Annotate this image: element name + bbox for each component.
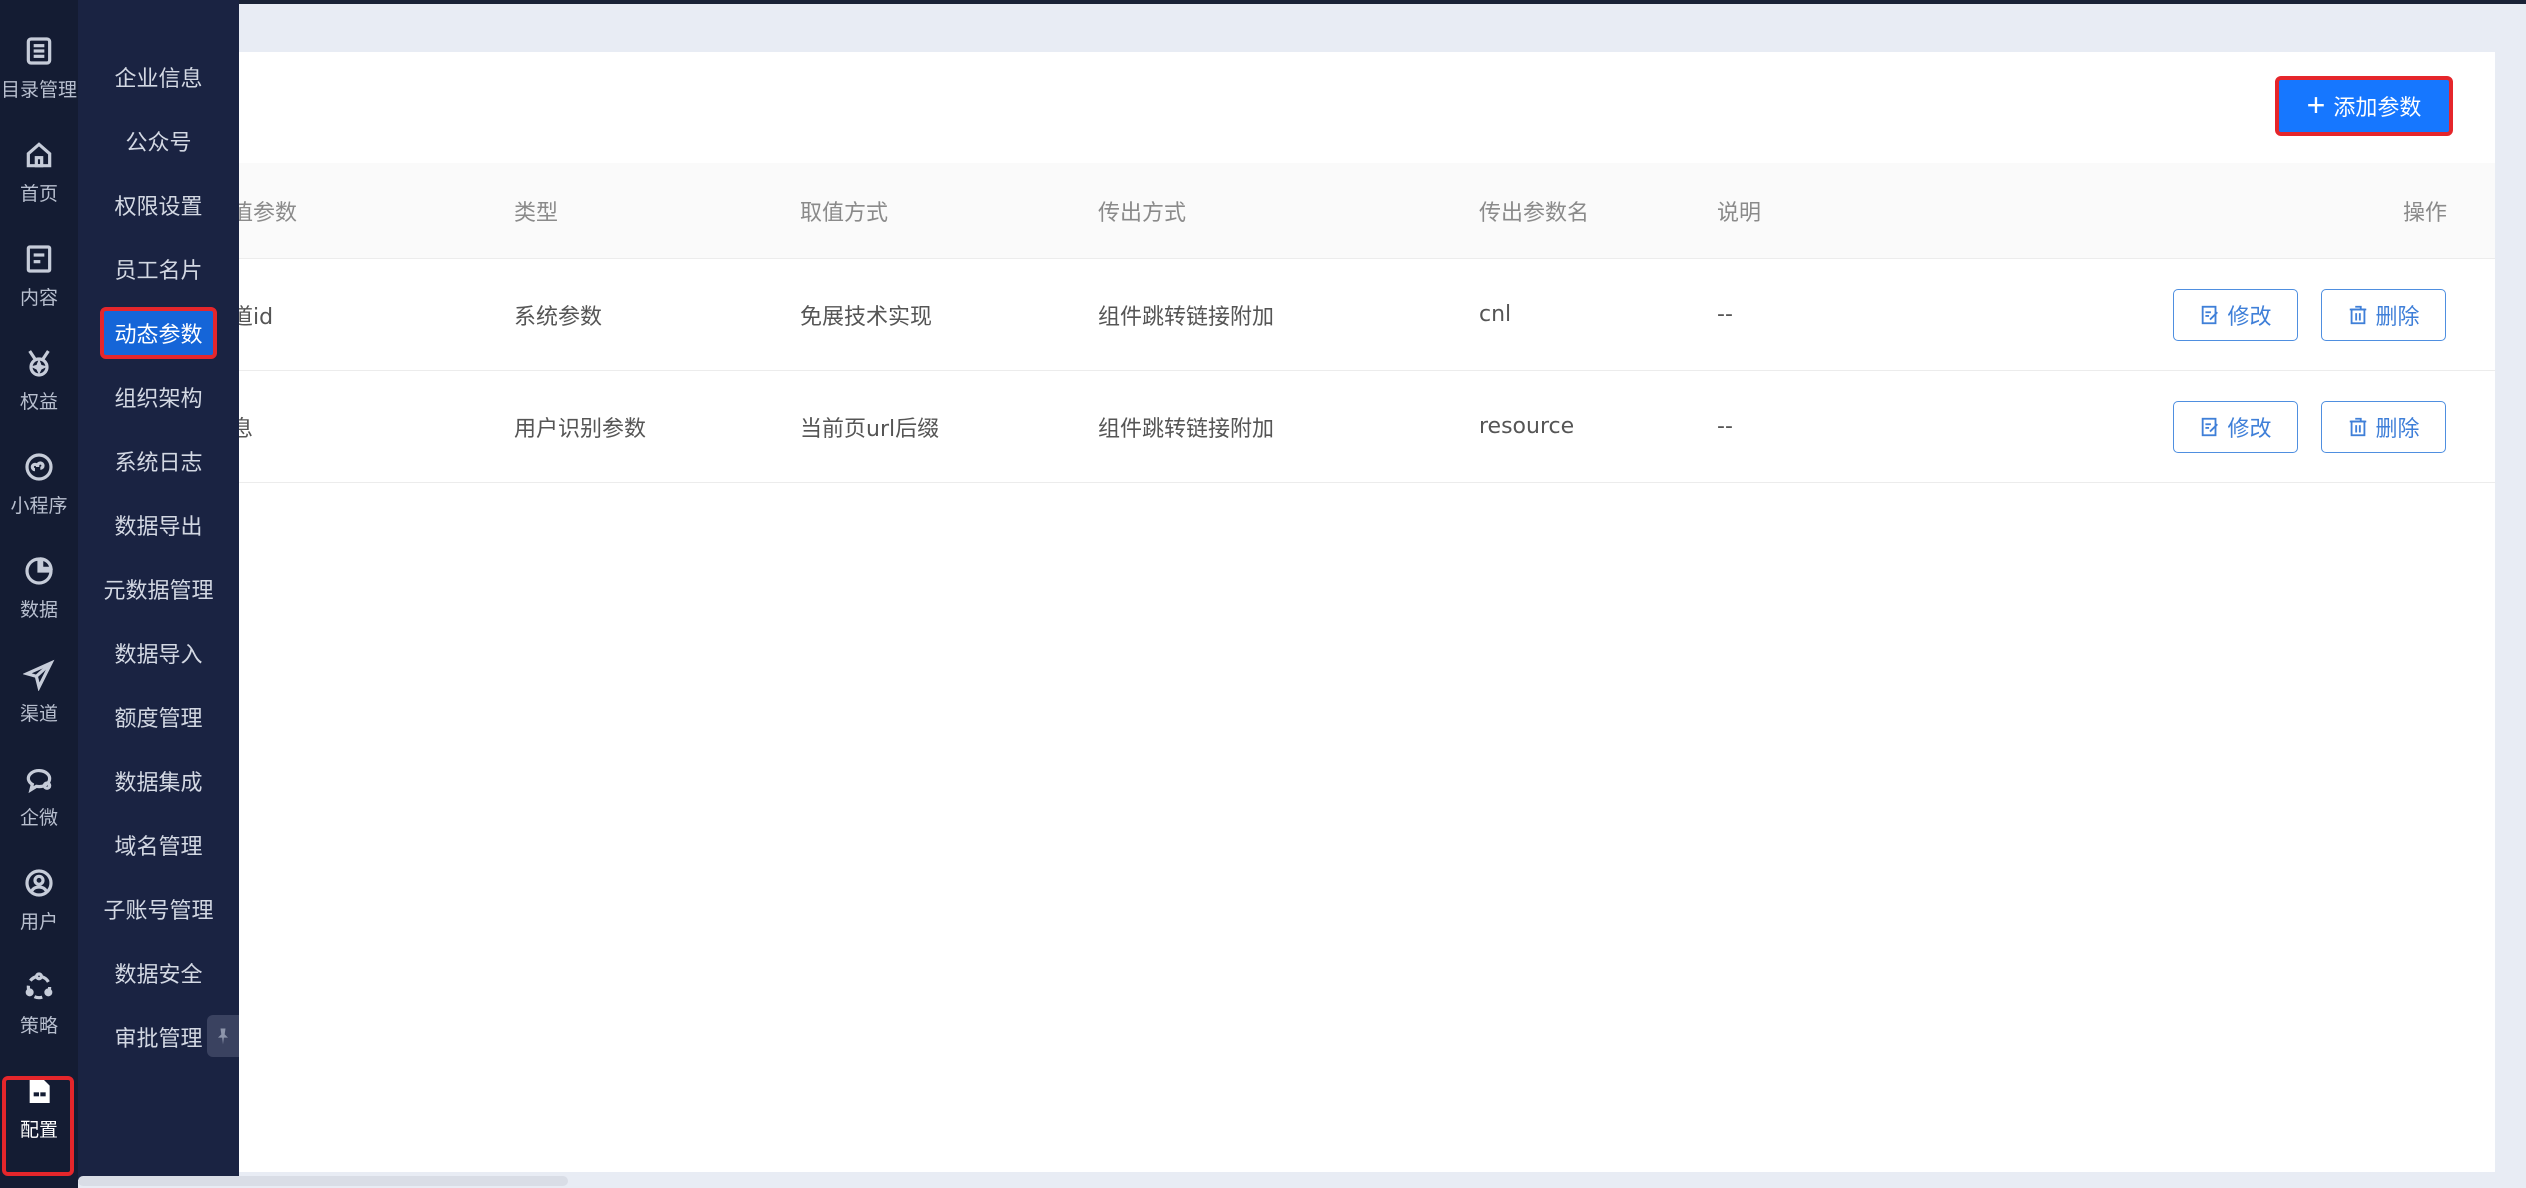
edit-icon — [2202, 305, 2219, 325]
rail-item-home[interactable]: 首页 — [0, 124, 78, 220]
delete-button[interactable]: 删除 — [2321, 401, 2446, 453]
plus-icon: + — [2306, 86, 2326, 123]
col-header-out-name: 传出参数名 — [1479, 200, 1590, 226]
rail-item-wecom[interactable]: 企微 — [0, 748, 78, 844]
submenu-item-company-info[interactable]: 企业信息 — [78, 55, 239, 99]
chat-icon — [26, 768, 52, 793]
col-header-param: 值参数 — [239, 200, 298, 226]
submenu-item-org-structure[interactable]: 组织架构 — [78, 375, 239, 419]
col-header-actions: 操作 — [2402, 200, 2447, 226]
home-icon — [26, 141, 52, 167]
cell-param: 息 — [239, 416, 254, 442]
horizontal-scrollbar[interactable] — [78, 1176, 568, 1186]
edit-button[interactable]: 修改 — [2173, 401, 2298, 453]
delete-label: 删除 — [2375, 304, 2420, 329]
submenu-item-data-import[interactable]: 数据导入 — [78, 631, 239, 675]
delete-button[interactable]: 删除 — [2321, 289, 2446, 341]
pie-chart-icon — [25, 556, 53, 585]
rail-item-benefits[interactable]: 权益 — [0, 332, 78, 428]
rail-item-label: 小程序 — [10, 494, 68, 517]
submenu-item-system-log[interactable]: 系统日志 — [78, 439, 239, 483]
submenu-item-metadata[interactable]: 元数据管理 — [78, 567, 239, 611]
table-row: 息 用户识别参数 当前页url后缀 组件跳转链接附加 resource -- 修… — [239, 371, 2495, 483]
rail-item-mini-program[interactable]: 小程序 — [0, 436, 78, 532]
cell-method: 免展技术实现 — [800, 304, 933, 330]
cell-out-name: cnl — [1479, 302, 1512, 327]
user-icon — [25, 868, 53, 897]
cell-param: 道id — [239, 304, 274, 330]
cell-out-name: resource — [1479, 414, 1575, 439]
document-icon — [26, 244, 52, 273]
config-highlight-box — [2, 1076, 74, 1176]
rail-item-label: 首页 — [19, 182, 58, 205]
submenu-item-domain[interactable]: 域名管理 — [78, 823, 239, 867]
rail-item-catalog[interactable]: 目录管理 — [0, 20, 78, 116]
rail-item-label: 企微 — [19, 806, 58, 829]
submenu-item-employee-card[interactable]: 员工名片 — [78, 247, 239, 291]
rail-item-label: 策略 — [19, 1014, 58, 1037]
send-icon — [23, 659, 55, 691]
pin-menu-button[interactable] — [207, 1015, 239, 1057]
cell-type: 用户识别参数 — [514, 416, 647, 442]
table-row: 道id 系统参数 免展技术实现 组件跳转链接附加 cnl -- 修改 删除 — [239, 259, 2495, 371]
rail-item-label: 目录管理 — [0, 78, 77, 101]
rail-item-users[interactable]: 用户 — [0, 852, 78, 948]
list-icon — [26, 36, 52, 65]
col-header-method: 取值方式 — [800, 200, 889, 226]
col-header-type: 类型 — [514, 200, 559, 226]
submenu-item-quota[interactable]: 额度管理 — [78, 695, 239, 739]
mini-program-icon — [25, 452, 53, 481]
rail-item-strategy[interactable]: 策略 — [0, 956, 78, 1052]
cell-output: 组件跳转链接附加 — [1098, 304, 1275, 330]
rail-item-data[interactable]: 数据 — [0, 540, 78, 636]
submenu-item-sub-accounts[interactable]: 子账号管理 — [78, 887, 239, 931]
medal-icon — [28, 349, 50, 377]
cell-type: 系统参数 — [514, 304, 603, 330]
submenu-item-data-security[interactable]: 数据安全 — [78, 951, 239, 995]
edit-label: 修改 — [2227, 304, 2272, 329]
table-header: 值参数 类型 取值方式 传出方式 传出参数名 说明 操作 — [239, 163, 2495, 259]
rail-item-label: 权益 — [19, 390, 58, 413]
submenu-item-permissions[interactable]: 权限设置 — [78, 183, 239, 227]
top-border — [0, 0, 2526, 4]
cell-method: 当前页url后缀 — [800, 416, 940, 442]
add-param-button[interactable]: + 添加参数 — [2275, 76, 2453, 136]
submenu-item-data-integration[interactable]: 数据集成 — [78, 759, 239, 803]
submenu-item-data-export[interactable]: 数据导出 — [78, 503, 239, 547]
trash-icon — [2350, 417, 2367, 437]
rail-item-label: 数据 — [19, 598, 58, 621]
cell-output: 组件跳转链接附加 — [1098, 416, 1275, 442]
config-submenu: 企业信息 公众号 权限设置 员工名片 动态参数 组织架构 系统日志 数据导出 元… — [78, 0, 239, 1180]
rail-item-label: 内容 — [19, 286, 58, 309]
edit-label: 修改 — [2227, 416, 2272, 441]
col-header-desc: 说明 — [1717, 200, 1762, 226]
cell-desc: -- — [1717, 414, 1733, 439]
add-param-label: 添加参数 — [2333, 95, 2422, 120]
submenu-item-dynamic-params[interactable]: 动态参数 — [78, 307, 239, 359]
trash-icon — [2350, 305, 2367, 325]
delete-label: 删除 — [2375, 416, 2420, 441]
submenu-item-official-account[interactable]: 公众号 — [78, 119, 239, 163]
cell-desc: -- — [1717, 302, 1733, 327]
rail-item-label: 渠道 — [19, 702, 58, 725]
rail-item-content[interactable]: 内容 — [0, 228, 78, 324]
edit-icon — [2202, 417, 2219, 437]
icon-rail: 目录管理 首页 内容 权益 小程序 数据 渠道 企微 用户 策略 配置 — [0, 0, 78, 1188]
edit-button[interactable]: 修改 — [2173, 289, 2298, 341]
col-header-output: 传出方式 — [1098, 200, 1187, 226]
rail-item-channel[interactable]: 渠道 — [0, 644, 78, 740]
strategy-icon — [25, 971, 53, 999]
rail-item-label: 用户 — [19, 910, 58, 933]
pin-icon — [218, 1028, 228, 1045]
